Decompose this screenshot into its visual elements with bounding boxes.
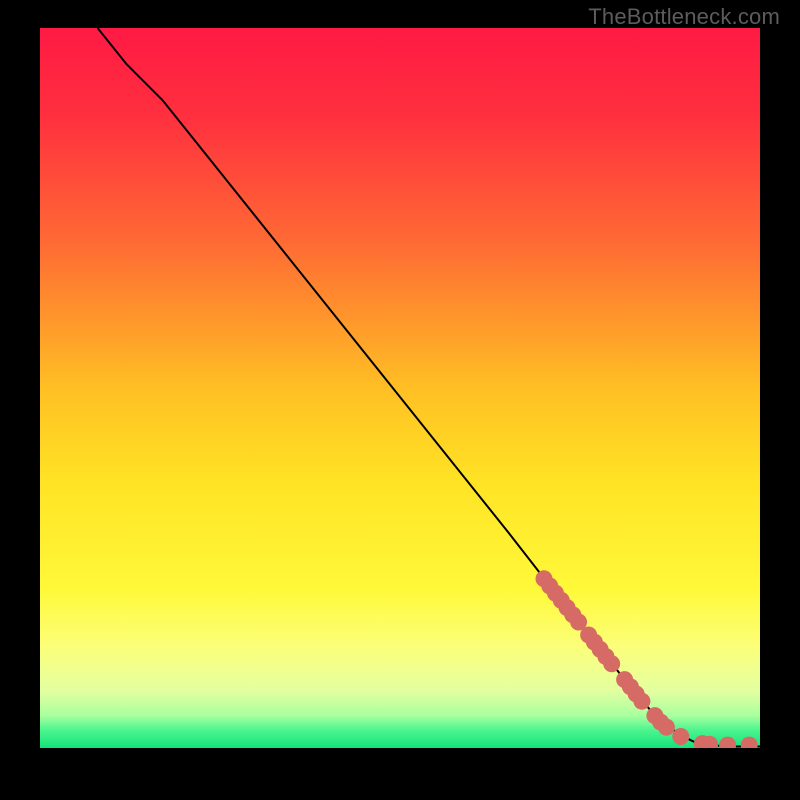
data-marker: [672, 728, 689, 745]
data-marker: [633, 693, 650, 710]
data-marker: [603, 655, 620, 672]
attribution-text: TheBottleneck.com: [588, 4, 780, 30]
plot-area: [40, 28, 760, 748]
chart-svg: [40, 28, 760, 748]
gradient-background: [40, 28, 760, 748]
chart-frame: TheBottleneck.com: [0, 0, 800, 800]
data-marker: [658, 719, 675, 736]
